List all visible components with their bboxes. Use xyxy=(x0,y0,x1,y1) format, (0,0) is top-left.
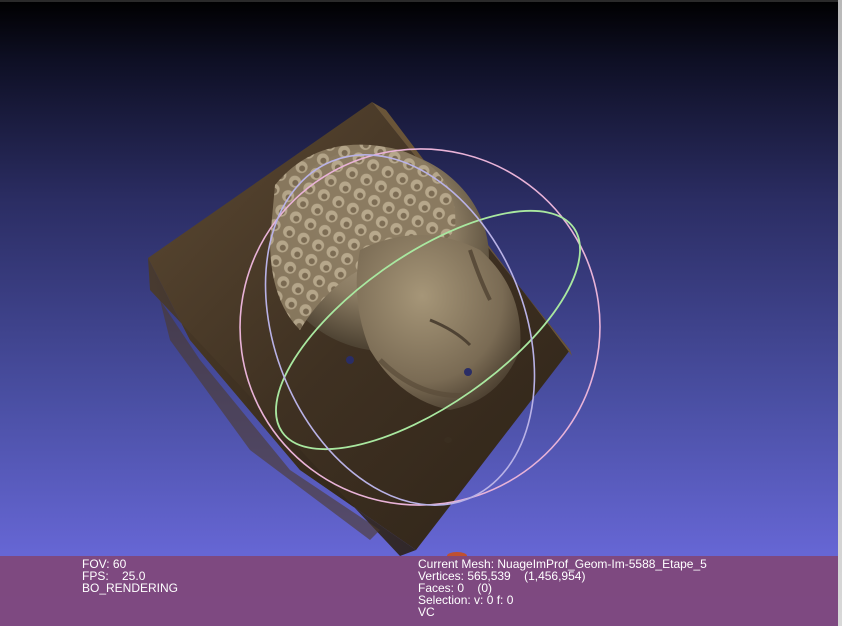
window-edge xyxy=(838,0,842,626)
render-info: FOV: 60 FPS: 25.0 BO_RENDERING xyxy=(82,558,178,594)
render-mode-label: BO_RENDERING xyxy=(82,581,179,595)
top-border xyxy=(0,0,842,2)
selection-label: Selection: v: 0 f: 0 xyxy=(418,593,514,607)
mesh-scene[interactable] xyxy=(0,0,842,626)
3d-viewport[interactable]: FOV: 60 FPS: 25.0 BO_RENDERING Current M… xyxy=(0,0,842,626)
vc-label: VC xyxy=(418,605,435,619)
mesh-info: Current Mesh: NuageImProf_Geom-Im-5588_E… xyxy=(418,558,707,618)
info-panel: FOV: 60 FPS: 25.0 BO_RENDERING Current M… xyxy=(0,556,838,626)
